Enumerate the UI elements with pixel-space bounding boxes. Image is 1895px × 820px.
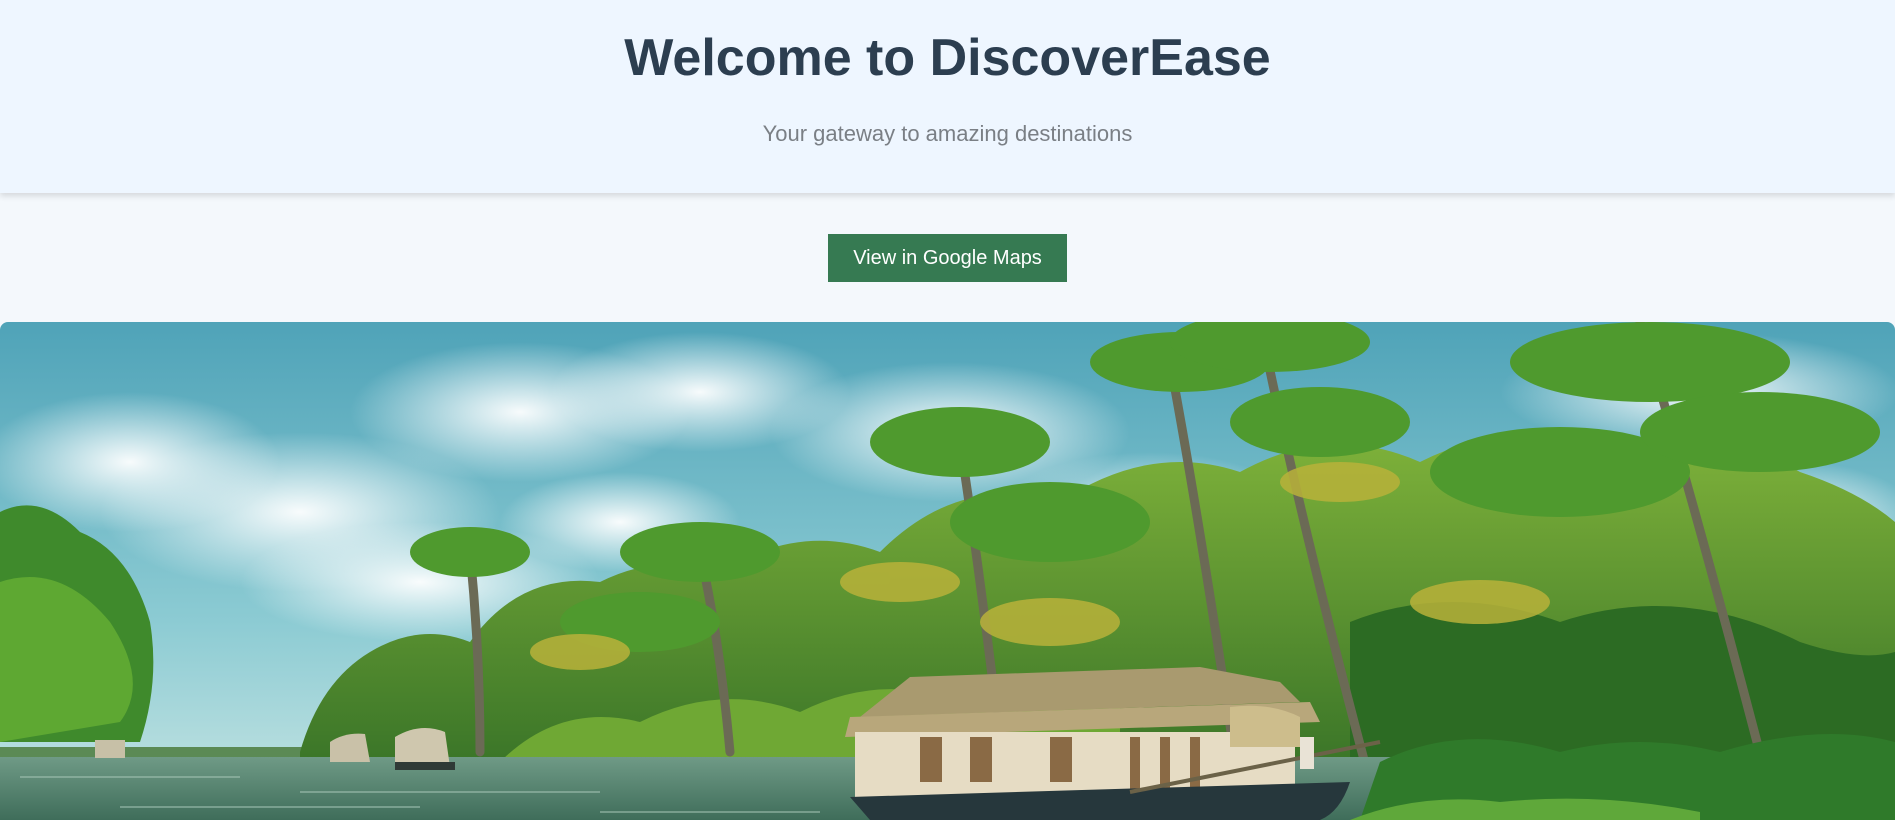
view-in-google-maps-button[interactable]: View in Google Maps bbox=[828, 234, 1067, 282]
page-title: Welcome to DiscoverEase bbox=[624, 29, 1271, 87]
site-header: Welcome to DiscoverEase Your gateway to … bbox=[0, 0, 1895, 193]
action-bar: View in Google Maps bbox=[0, 234, 1895, 282]
page-subtitle: Your gateway to amazing destinations bbox=[762, 121, 1133, 146]
hero-image bbox=[0, 322, 1895, 820]
